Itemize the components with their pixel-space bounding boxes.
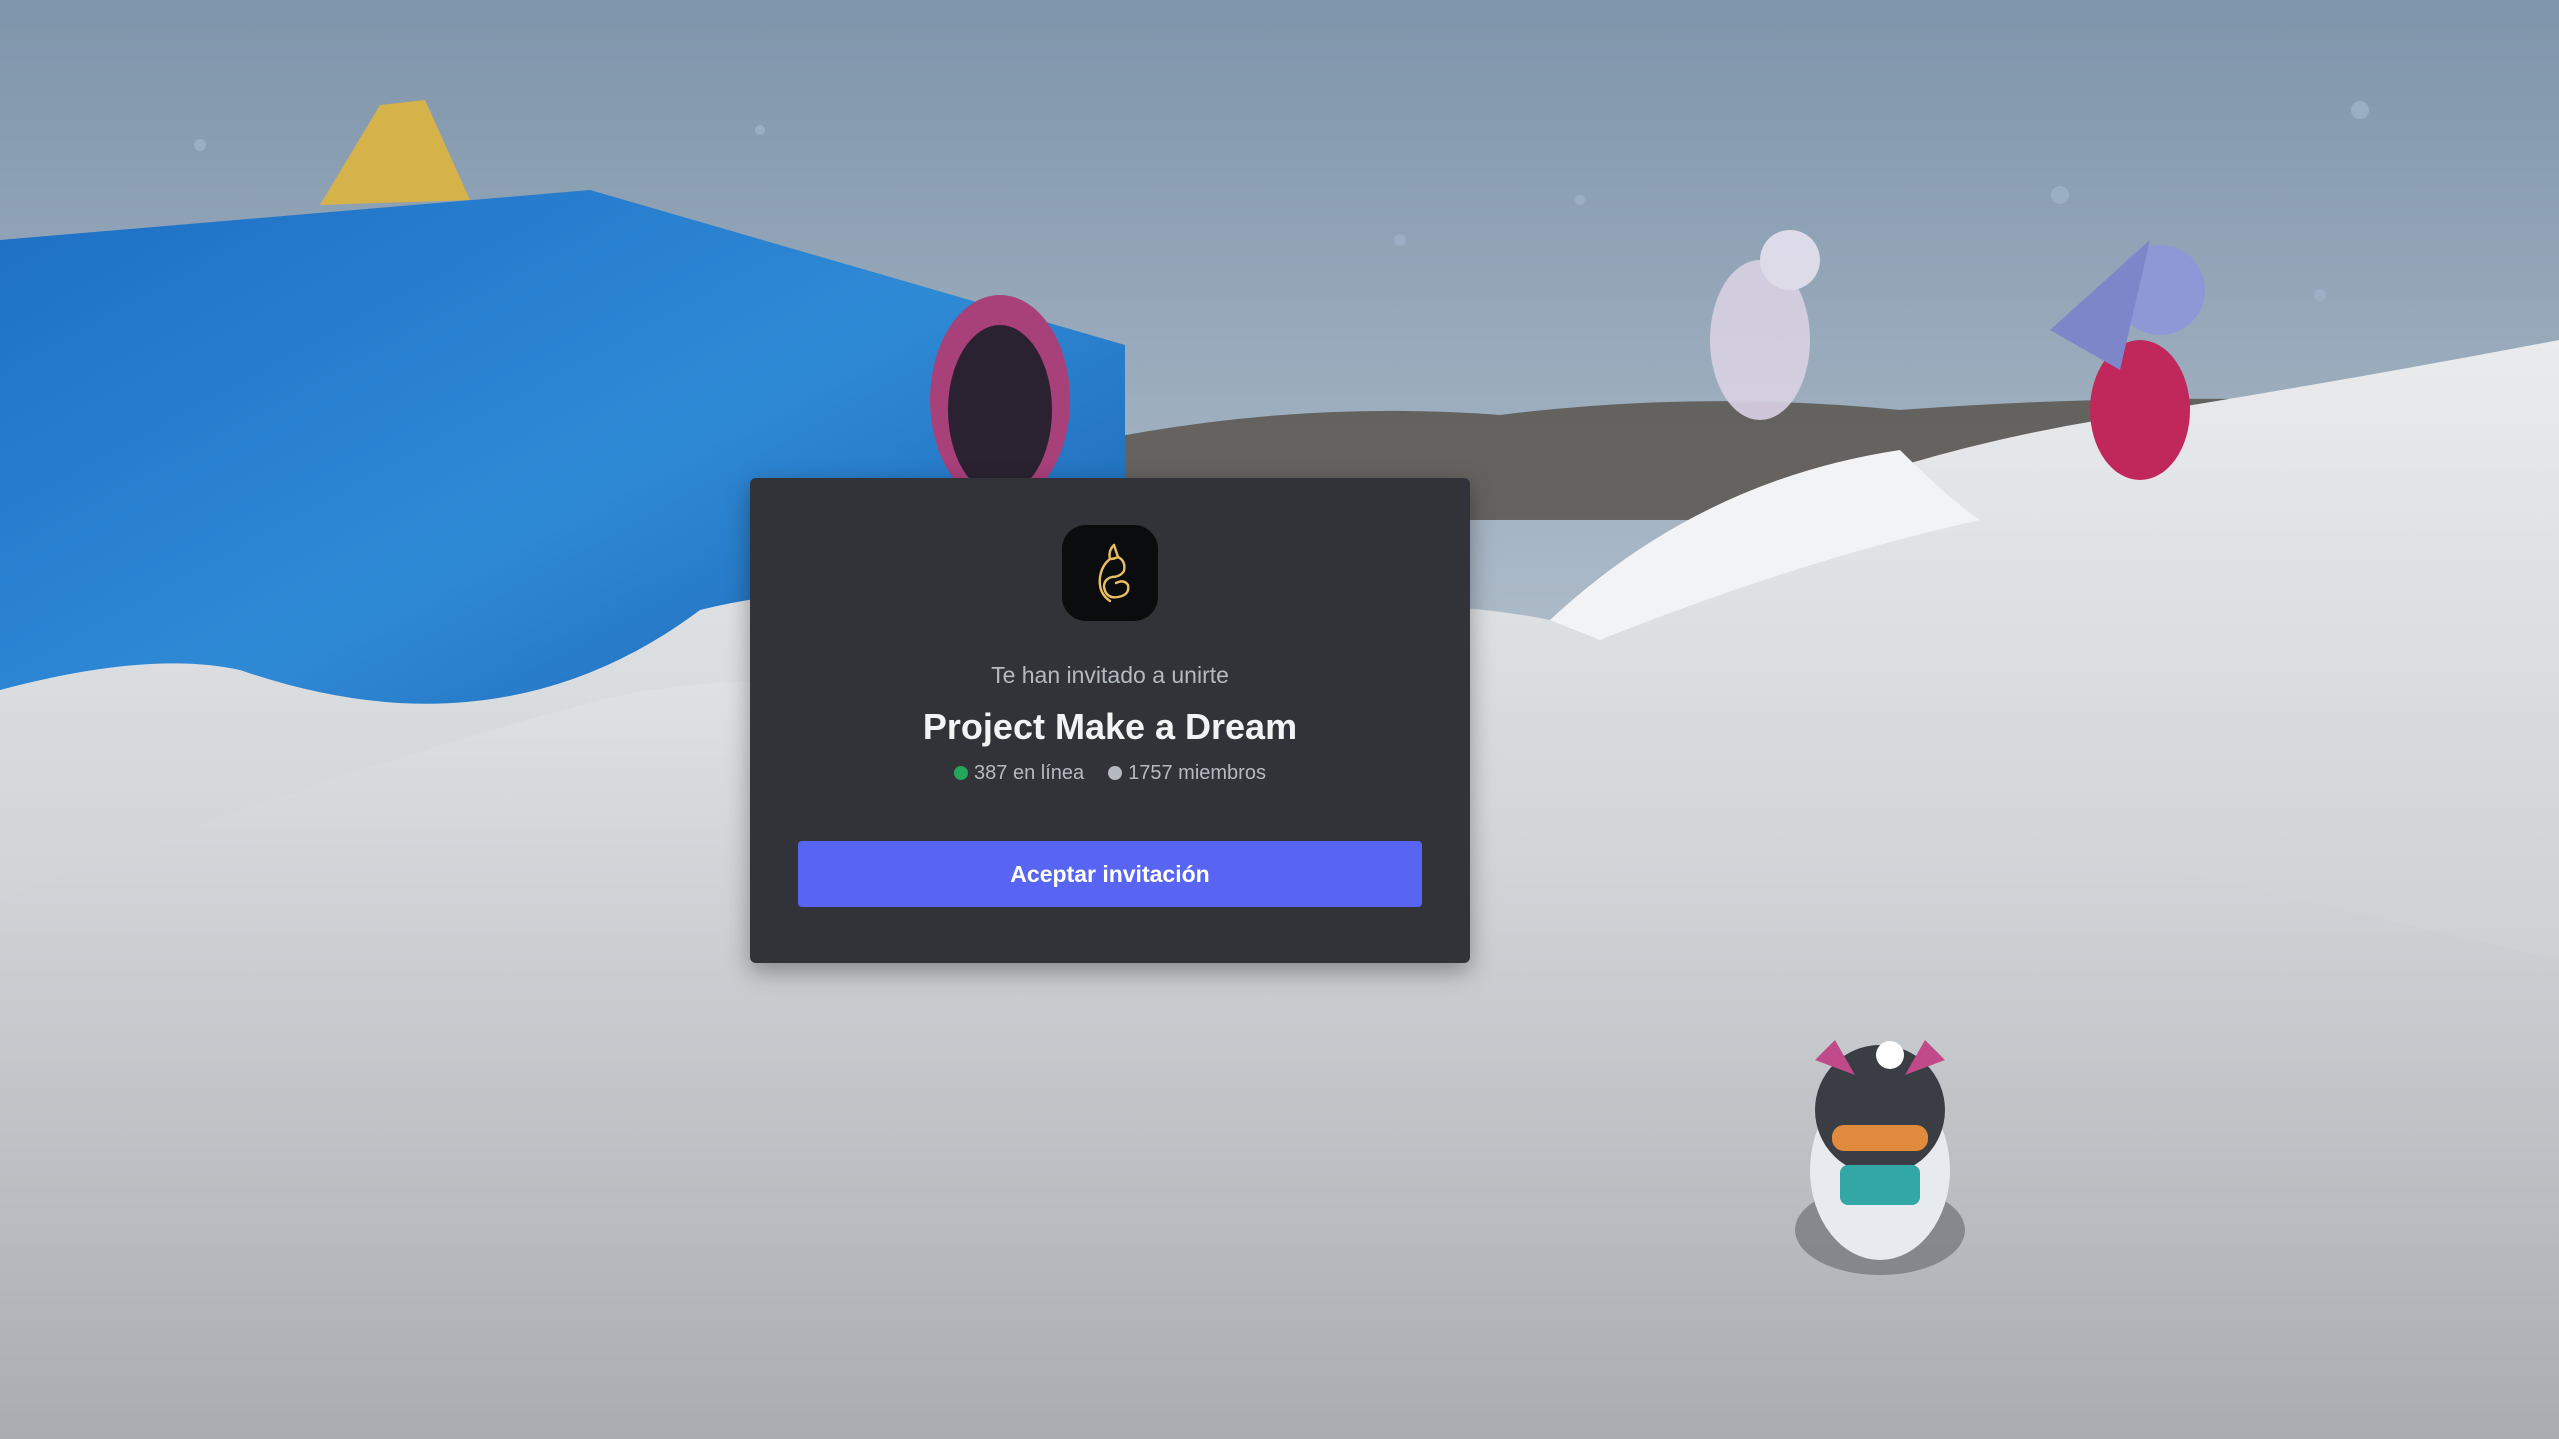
members-stat: 1757 miembros: [1108, 761, 1266, 785]
invite-card: Te han invitado a unirte Project Make a …: [750, 478, 1470, 963]
fox-logo-icon: [1062, 525, 1158, 621]
member-count: 1757 miembros: [1128, 762, 1266, 784]
online-count: 387 en línea: [974, 762, 1085, 784]
members-status-dot: [1108, 766, 1123, 780]
invited-text: Te han invitado a unirte: [991, 662, 1229, 688]
online-status-dot: [954, 766, 969, 780]
server-stats: 387 en línea 1757 miembros: [954, 761, 1266, 785]
server-name: Project Make a Dream: [922, 706, 1298, 747]
invite-page: Te han invitado a unirte Project Make a …: [0, 0, 2559, 1439]
online-stat: 387 en línea: [954, 761, 1084, 785]
accept-invite-button[interactable]: Aceptar invitación: [798, 841, 1422, 907]
